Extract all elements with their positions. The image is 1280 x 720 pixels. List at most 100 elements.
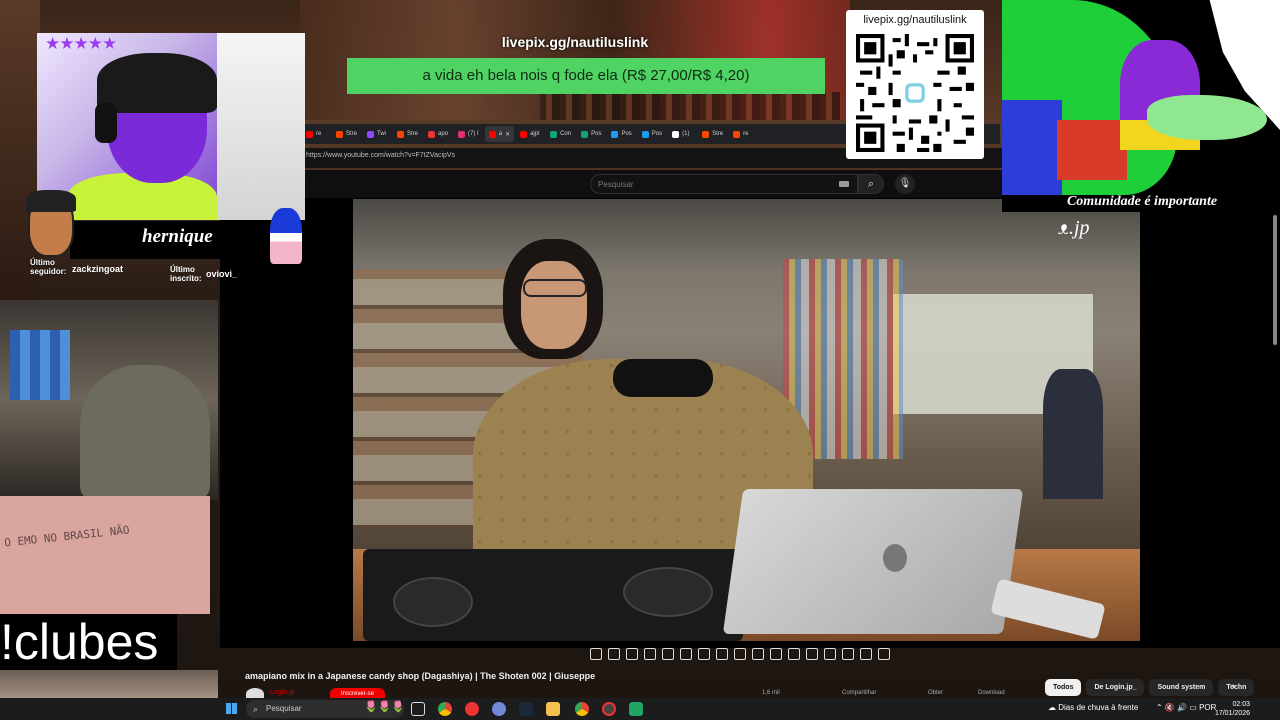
video-jog-wheel-right bbox=[623, 567, 713, 617]
browser-tab[interactable]: Stre bbox=[393, 126, 422, 142]
obs-icon[interactable] bbox=[602, 702, 616, 716]
loop-icon[interactable] bbox=[806, 648, 818, 660]
art-red-shape bbox=[1057, 120, 1127, 180]
channel-name[interactable]: Login.jp bbox=[270, 689, 295, 696]
video-jog-wheel-left bbox=[393, 577, 473, 627]
browser-tab[interactable]: Pos bbox=[607, 126, 635, 142]
browser-tab[interactable]: Stre bbox=[698, 126, 727, 142]
tab-favicon-icon bbox=[367, 130, 375, 138]
opera-icon[interactable] bbox=[465, 702, 479, 716]
qr-label: livepix.gg/nautiluslink bbox=[863, 14, 967, 26]
filter-chip[interactable]: Todos bbox=[1045, 679, 1082, 696]
tab-label: Pos bbox=[591, 131, 602, 137]
rating-stars: ★★★★★ bbox=[45, 34, 117, 53]
microphone-button[interactable]: 🎙 bbox=[895, 174, 915, 194]
autoplay-icon[interactable] bbox=[626, 648, 638, 660]
art-hand bbox=[1147, 95, 1267, 140]
browser-tab[interactable]: re bbox=[302, 126, 330, 142]
tab-label: a bbox=[498, 131, 503, 137]
tab-favicon-icon bbox=[550, 130, 558, 138]
theater-icon[interactable] bbox=[698, 648, 710, 660]
browser-tab[interactable]: Twi bbox=[363, 126, 391, 142]
webcam-hair bbox=[97, 53, 217, 113]
settings-icon[interactable] bbox=[662, 648, 674, 660]
speed-icon[interactable] bbox=[734, 648, 746, 660]
stats-icon[interactable] bbox=[770, 648, 782, 660]
fullscreen-icon[interactable] bbox=[716, 648, 728, 660]
weather-widget[interactable]: ☁ Dias de chuva à frente bbox=[1048, 703, 1138, 712]
screenshot-icon[interactable] bbox=[752, 648, 764, 660]
art-blue-shape bbox=[1002, 100, 1062, 195]
chrome-icon-2[interactable] bbox=[575, 702, 589, 716]
video-dj-headphones bbox=[613, 359, 713, 397]
tab-favicon-icon bbox=[733, 130, 741, 138]
video-dj-glasses bbox=[523, 279, 587, 297]
video-channel-watermark: ᴥ.jp bbox=[1058, 217, 1090, 239]
discord-icon[interactable] bbox=[492, 702, 506, 716]
youtube-search-input[interactable]: Pesquisar bbox=[590, 174, 858, 194]
browser-tab[interactable]: re bbox=[729, 126, 757, 142]
last-subscriber-label: Último inscrito: bbox=[170, 265, 202, 283]
pixel-character-icon bbox=[270, 208, 302, 264]
close-tab-icon[interactable]: ✕ bbox=[505, 131, 510, 138]
browser-tab[interactable]: Stre bbox=[332, 126, 361, 142]
miniplayer-icon[interactable] bbox=[680, 648, 692, 660]
tab-favicon-icon bbox=[702, 130, 710, 138]
page-scrollbar[interactable] bbox=[1273, 215, 1277, 345]
pause-icon[interactable] bbox=[608, 648, 620, 660]
secondary-camera-person bbox=[80, 365, 210, 500]
chrome-icon[interactable] bbox=[438, 702, 452, 716]
filter-chip[interactable]: De Login.jp_ bbox=[1086, 679, 1145, 696]
browser-tab[interactable]: (7) I bbox=[454, 126, 483, 142]
system-tray[interactable]: ⌃ 🔇 🔊 ▭ POR bbox=[1156, 703, 1216, 712]
tab-label: Stre bbox=[712, 131, 724, 137]
tab-favicon-icon bbox=[306, 130, 313, 138]
tab-label: Pos bbox=[621, 131, 632, 137]
browser-tab[interactable]: Pos bbox=[638, 126, 666, 142]
task-view-icon[interactable] bbox=[411, 702, 425, 716]
spreadsheet-icon[interactable] bbox=[629, 702, 643, 716]
pip-icon[interactable] bbox=[824, 648, 836, 660]
follower-avatar-hair bbox=[26, 190, 76, 212]
filter-chip[interactable]: Sound system bbox=[1149, 679, 1214, 696]
tab-label: (1) bbox=[682, 131, 690, 137]
tab-label: ajpl bbox=[530, 131, 540, 137]
keyboard-icon[interactable] bbox=[839, 181, 849, 187]
community-caption: Comunidade é importante bbox=[1066, 194, 1218, 209]
clock-time: 02:03 bbox=[1232, 701, 1250, 708]
search-icon: ⌕ bbox=[867, 178, 875, 190]
taskbar-clock[interactable]: 02:03 17/01/2026 bbox=[1214, 700, 1250, 718]
file-explorer-icon[interactable] bbox=[546, 702, 560, 716]
video-player[interactable]: ᴥ.jp bbox=[353, 199, 1140, 641]
browser-tab[interactable]: apo bbox=[424, 126, 452, 142]
browser-url-text[interactable]: https://www.youtube.com/watch?v=F7tZVaci… bbox=[306, 152, 455, 159]
microphone-icon: 🎙 bbox=[898, 178, 912, 189]
tab-favicon-icon bbox=[458, 130, 466, 138]
last-subscriber-name: oviovi_ bbox=[206, 269, 238, 279]
donation-alert: a vida eh bela nois q fode ela (R$ 27,00… bbox=[347, 58, 825, 94]
gear-icon[interactable] bbox=[878, 648, 890, 660]
chevron-right-icon[interactable]: › bbox=[1232, 681, 1235, 692]
filter-chip[interactable]: Techn bbox=[1218, 679, 1255, 696]
chapters-icon[interactable] bbox=[788, 648, 800, 660]
browser-tab[interactable]: (1) bbox=[668, 126, 696, 142]
headset-icon bbox=[95, 103, 117, 143]
browser-tab[interactable]: Pos bbox=[577, 126, 605, 142]
windows-start-icon[interactable] bbox=[226, 703, 237, 714]
tulips-icon[interactable]: 🌷🌷🌷 bbox=[364, 700, 405, 713]
left-bottom-feed bbox=[0, 670, 218, 700]
video-laptop bbox=[722, 489, 1024, 634]
cast-icon[interactable] bbox=[842, 648, 854, 660]
subtitles-icon[interactable] bbox=[644, 648, 656, 660]
search-button[interactable]: ⌕ bbox=[858, 174, 884, 194]
browser-tab[interactable]: a ✕ bbox=[484, 126, 515, 142]
tab-label: (7) I bbox=[468, 131, 479, 137]
tab-label: Con bbox=[560, 131, 572, 137]
browser-tab[interactable]: ajpl bbox=[516, 126, 544, 142]
video-dj-face bbox=[521, 261, 587, 349]
browser-tab[interactable]: Con bbox=[546, 126, 575, 142]
steam-icon[interactable] bbox=[519, 702, 533, 716]
tab-favicon-icon bbox=[397, 130, 405, 138]
next-icon[interactable] bbox=[590, 648, 602, 660]
code-icon[interactable] bbox=[860, 648, 872, 660]
